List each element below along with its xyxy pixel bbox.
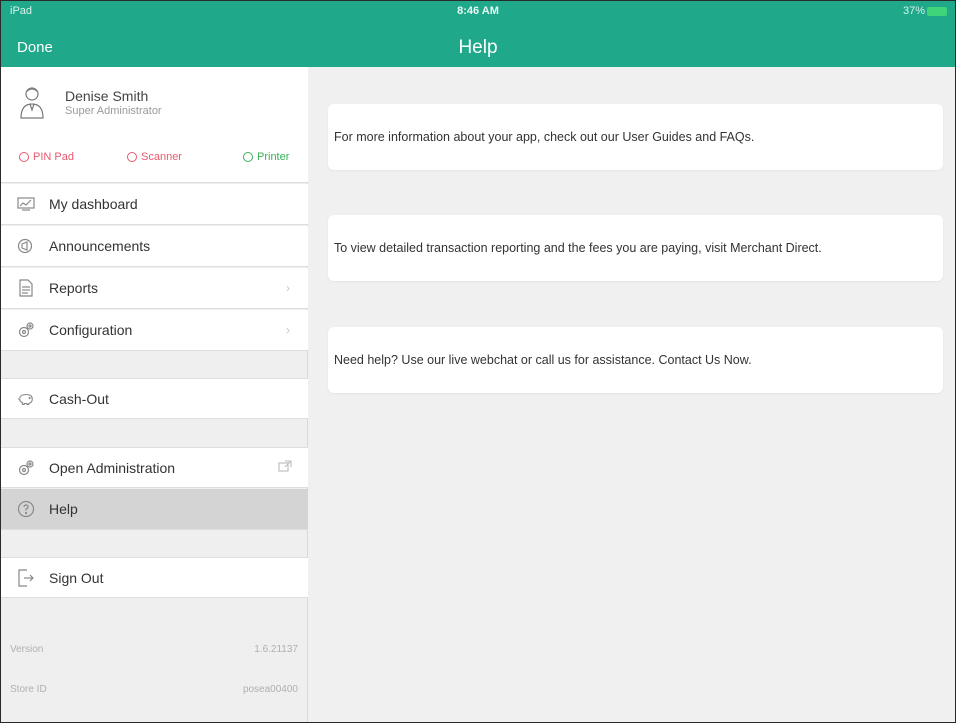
app-window: iPad 8:46 AM 37% Done Help Denise Smith … (0, 0, 956, 723)
device-scanner[interactable]: Scanner (127, 151, 182, 163)
sidebar-item-configuration[interactable]: Configuration › (1, 310, 308, 351)
sidebar-item-label: Announcements (49, 238, 151, 254)
sidebar-item-label: My dashboard (49, 196, 138, 212)
document-icon (17, 279, 35, 297)
version-value: 1.6.21137 (254, 644, 298, 655)
sidebar-item-label: Reports (49, 280, 99, 296)
help-card-merchant-direct[interactable]: To view detailed transaction reporting a… (328, 215, 943, 281)
gears-icon (17, 321, 35, 339)
device-label: Scanner (141, 151, 182, 163)
battery-icon (927, 7, 947, 16)
profile-panel: Denise Smith Super Administrator PIN Pad… (1, 67, 308, 183)
page-title: Help (458, 37, 498, 58)
user-role: Super Administrator (65, 105, 162, 117)
chevron-right-icon: › (286, 323, 290, 337)
admin-gears-icon (17, 459, 35, 477)
store-id-label: Store ID (10, 684, 47, 695)
user-name: Denise Smith (65, 88, 149, 104)
sidebar-item-reports[interactable]: Reports › (1, 268, 308, 309)
sidebar-item-help[interactable]: Help (1, 489, 308, 530)
help-card-text: To view detailed transaction reporting a… (334, 241, 822, 255)
sidebar-item-label: Help (49, 501, 78, 517)
question-icon (17, 500, 35, 518)
sidebar-item-label: Configuration (49, 322, 133, 338)
help-card-contact-us[interactable]: Need help? Use our live webchat or call … (328, 327, 943, 393)
megaphone-icon (17, 237, 35, 255)
pin-pad-status-icon (19, 152, 29, 162)
help-card-text: For more information about your app, che… (334, 130, 755, 144)
dashboard-icon (17, 195, 35, 213)
chevron-right-icon: › (286, 281, 290, 295)
user-avatar-icon (20, 87, 44, 119)
sidebar-item-dashboard[interactable]: My dashboard (1, 184, 308, 225)
sidebar-item-announcements[interactable]: Announcements (1, 226, 308, 267)
sidebar-item-label: Sign Out (49, 569, 104, 586)
help-card-user-guides[interactable]: For more information about your app, che… (328, 104, 943, 170)
external-link-icon (278, 460, 292, 475)
nav-bar: iPad 8:46 AM 37% Done Help (1, 1, 955, 67)
store-id-row: Store ID posea00400 (1, 684, 308, 704)
sidebar-item-cash-out[interactable]: Cash-Out (1, 378, 308, 419)
piggy-bank-icon (17, 390, 35, 408)
device-printer[interactable]: Printer (243, 151, 289, 163)
sidebar: Denise Smith Super Administrator PIN Pad… (1, 67, 308, 722)
sidebar-item-label: Cash-Out (49, 390, 109, 407)
device-pin-pad[interactable]: PIN Pad (19, 151, 74, 163)
sidebar-item-sign-out[interactable]: Sign Out (1, 557, 308, 598)
printer-status-icon (243, 152, 253, 162)
version-label: Version (10, 644, 44, 655)
sidebar-item-open-administration[interactable]: Open Administration (1, 447, 308, 488)
help-content: For more information about your app, che… (309, 67, 955, 722)
store-id-value: posea00400 (242, 684, 298, 695)
status-time: 8:46 AM (457, 5, 499, 17)
sign-out-icon (17, 568, 35, 587)
device-label: Printer (257, 151, 290, 163)
scanner-status-icon (127, 152, 137, 162)
status-bar: iPad 8:46 AM 37% (1, 1, 955, 21)
version-row: Version 1.6.21137 (1, 644, 308, 664)
help-card-text: Need help? Use our live webchat or call … (334, 353, 752, 367)
battery-percent: 37% (902, 5, 925, 17)
sidebar-item-label: Open Administration (49, 459, 176, 476)
device-label: PIN Pad (33, 151, 74, 163)
